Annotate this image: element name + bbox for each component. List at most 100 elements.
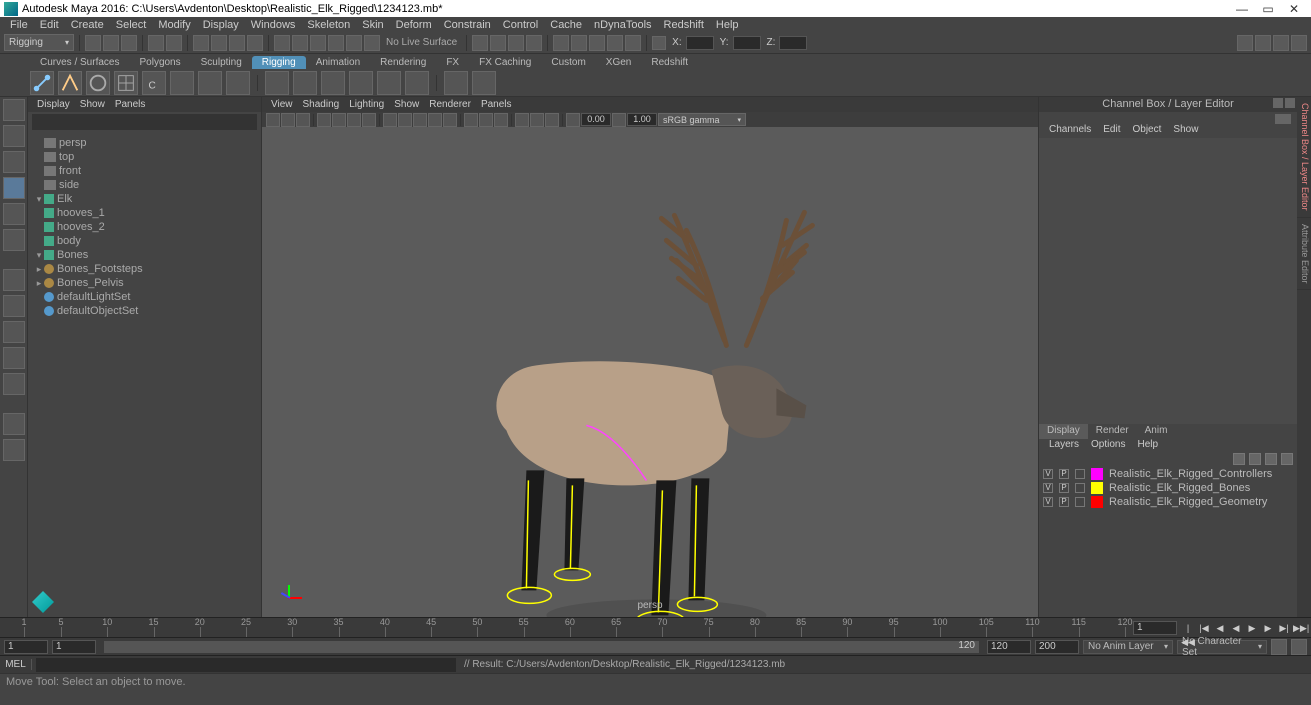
step-back-key-icon[interactable]: |◀ xyxy=(1197,621,1211,635)
shelf-constraint-1-icon[interactable] xyxy=(265,71,289,95)
shelf-ik-icon[interactable] xyxy=(58,71,82,95)
viewport-canvas[interactable]: persp xyxy=(262,127,1038,617)
shelf-tab-rendering[interactable]: Rendering xyxy=(370,56,436,69)
layout-icon-1[interactable] xyxy=(553,35,569,51)
shelf-tab-redshift[interactable]: Redshift xyxy=(641,56,698,69)
menu-file[interactable]: File xyxy=(4,19,34,31)
anim-layer-dropdown[interactable]: No Anim Layer xyxy=(1083,640,1173,654)
shelf-skin-icon[interactable] xyxy=(86,71,110,95)
play-fwd-icon[interactable]: ▶ xyxy=(1245,621,1259,635)
outliner-item-top[interactable]: top xyxy=(28,150,261,164)
step-back-icon[interactable]: ◀ xyxy=(1213,621,1227,635)
sidebar-toggle-1-icon[interactable] xyxy=(1237,35,1253,51)
layout-two-v-icon[interactable] xyxy=(3,347,25,369)
axis-x-input[interactable] xyxy=(686,36,714,50)
vp-isolate-icon[interactable] xyxy=(464,113,478,127)
maximize-button[interactable]: ▭ xyxy=(1255,2,1281,16)
select-tool-icon[interactable] xyxy=(3,99,25,121)
outliner-item-bones_pelvis[interactable]: ▸Bones_Pelvis xyxy=(28,276,261,290)
render-settings-icon[interactable] xyxy=(508,35,524,51)
shelf-cluster-icon[interactable]: C xyxy=(142,71,166,95)
axis-y-input[interactable] xyxy=(733,36,761,50)
layer-move-up-icon[interactable] xyxy=(1233,453,1245,465)
layout-icon-5[interactable] xyxy=(625,35,641,51)
vp-select-cam-icon[interactable] xyxy=(266,113,280,127)
shelf-tab-fx[interactable]: FX xyxy=(436,56,469,69)
sidebar-toggle-2-icon[interactable] xyxy=(1255,35,1271,51)
shelf-constraint-4-icon[interactable] xyxy=(349,71,373,95)
vp-menu-lighting[interactable]: Lighting xyxy=(344,99,389,110)
vp-xray-joints-icon[interactable] xyxy=(494,113,508,127)
shelf-joint-icon[interactable] xyxy=(30,71,54,95)
outliner-item-body[interactable]: body xyxy=(28,234,261,248)
select-by-type-icon[interactable] xyxy=(247,35,263,51)
layer-move-down-icon[interactable] xyxy=(1249,453,1261,465)
outliner-search-input[interactable] xyxy=(32,114,257,130)
menu-modify[interactable]: Modify xyxy=(152,19,196,31)
vp-textured-icon[interactable] xyxy=(413,113,427,127)
vp-colorspace-dropdown[interactable]: sRGB gamma xyxy=(658,113,746,126)
construction-history-icon[interactable] xyxy=(472,35,488,51)
vp-menu-show[interactable]: Show xyxy=(389,99,424,110)
outliner-item-defaultobjectset[interactable]: defaultObjectSet xyxy=(28,304,261,318)
paint-tool-icon[interactable] xyxy=(3,151,25,173)
shelf-tab-rigging[interactable]: Rigging xyxy=(252,56,306,69)
vp-menu-panels[interactable]: Panels xyxy=(476,99,517,110)
lasso-select-icon[interactable] xyxy=(211,35,227,51)
undo-icon[interactable] xyxy=(148,35,164,51)
layer-tab-display[interactable]: Display xyxy=(1039,424,1088,439)
snap-live-icon[interactable] xyxy=(346,35,362,51)
rotate-tool-icon[interactable] xyxy=(3,203,25,225)
layout-icon-3[interactable] xyxy=(589,35,605,51)
range-start-outer[interactable]: 1 xyxy=(4,640,48,654)
open-scene-icon[interactable] xyxy=(103,35,119,51)
layer-new-selected-icon[interactable] xyxy=(1281,453,1293,465)
side-tab-attr-editor[interactable]: Attribute Editor xyxy=(1297,218,1311,291)
layout-three-icon[interactable] xyxy=(3,373,25,395)
shelf-tab-polygons[interactable]: Polygons xyxy=(129,56,190,69)
lasso-tool-icon[interactable] xyxy=(3,125,25,147)
menu-display[interactable]: Display xyxy=(197,19,245,31)
menu-skin[interactable]: Skin xyxy=(356,19,389,31)
menu-windows[interactable]: Windows xyxy=(245,19,302,31)
sidebar-toggle-4-icon[interactable] xyxy=(1291,35,1307,51)
layout-icon-4[interactable] xyxy=(607,35,623,51)
menu-help[interactable]: Help xyxy=(710,19,745,31)
shelf-tab-curves-surfaces[interactable]: Curves / Surfaces xyxy=(30,56,129,69)
layout-four-icon[interactable] xyxy=(3,295,25,317)
menu-cache[interactable]: Cache xyxy=(544,19,588,31)
range-end-inner[interactable]: 120 xyxy=(987,640,1031,654)
transform-display-icon[interactable] xyxy=(652,36,666,50)
layout-icon-2[interactable] xyxy=(571,35,587,51)
outliner-menu-display[interactable]: Display xyxy=(32,99,75,110)
vp-menu-view[interactable]: View xyxy=(266,99,298,110)
vp-gamma-input[interactable]: 1.00 xyxy=(627,113,657,126)
shelf-tab-xgen[interactable]: XGen xyxy=(596,56,642,69)
menu-constrain[interactable]: Constrain xyxy=(438,19,497,31)
vp-exposure-input[interactable]: 0.00 xyxy=(581,113,611,126)
snap-point-icon[interactable] xyxy=(310,35,326,51)
outliner-item-persp[interactable]: persp xyxy=(28,136,261,150)
outliner-menu-show[interactable]: Show xyxy=(75,99,110,110)
cb-menu-channels[interactable]: Channels xyxy=(1043,124,1097,138)
shelf-wrap-icon[interactable] xyxy=(198,71,222,95)
vp-image-plane-icon[interactable] xyxy=(296,113,310,127)
shelf-constraint-3-icon[interactable] xyxy=(321,71,345,95)
shelf-constraint-6-icon[interactable] xyxy=(405,71,429,95)
display-layer-realistic_elk_rigged_bones[interactable]: VPRealistic_Elk_Rigged_Bones xyxy=(1039,481,1297,495)
make-live-icon[interactable] xyxy=(364,35,380,51)
range-slider[interactable]: 120 xyxy=(104,641,979,653)
cb-menu-show[interactable]: Show xyxy=(1167,124,1204,138)
menu-edit[interactable]: Edit xyxy=(34,19,65,31)
current-frame-input[interactable]: 1 xyxy=(1133,621,1177,635)
layer-menu-options[interactable]: Options xyxy=(1085,439,1131,453)
sidebar-toggle-3-icon[interactable] xyxy=(1273,35,1289,51)
shelf-blend-icon[interactable] xyxy=(170,71,194,95)
menu-set-dropdown[interactable]: Rigging xyxy=(4,34,74,51)
cb-menu-edit[interactable]: Edit xyxy=(1097,124,1126,138)
play-back-icon[interactable]: ◀ xyxy=(1229,621,1243,635)
auto-key-icon[interactable] xyxy=(1271,639,1287,655)
layer-menu-help[interactable]: Help xyxy=(1131,439,1164,453)
vp-menu-renderer[interactable]: Renderer xyxy=(424,99,476,110)
layer-new-empty-icon[interactable] xyxy=(1265,453,1277,465)
